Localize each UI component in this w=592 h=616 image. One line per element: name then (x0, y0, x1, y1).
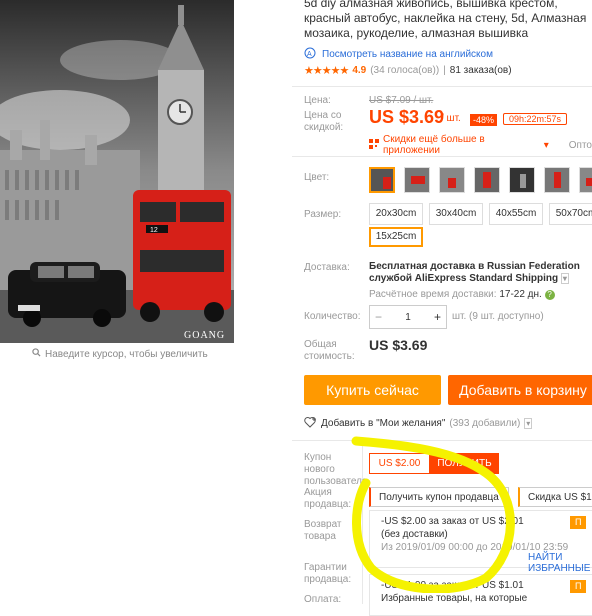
product-photo-big-ben-bus: 12 (0, 0, 234, 343)
orders-count: 81 заказа(ов) (449, 65, 512, 76)
rating-score: 4.9 (352, 65, 367, 76)
translate-link-text[interactable]: Посмотреть название на английском (322, 49, 493, 60)
seller-coupon-dropdown[interactable]: Получить купон продавца ▾ (369, 487, 509, 507)
color-label: Цвет: (304, 172, 330, 183)
size-option-50x70[interactable]: 50x70cm (549, 203, 592, 225)
help-icon[interactable]: ? (544, 290, 555, 300)
coupon-details-panel-2: -US $1.00 за заказ от US $1.01 Избранные… (369, 574, 592, 616)
discount-badge: -48% (470, 114, 498, 126)
color-option-5[interactable] (509, 167, 535, 193)
app-promo-text[interactable]: Скидки ещё больше в приложении (383, 134, 540, 156)
seller-promo-label: Акция продавца: (304, 487, 352, 510)
coupon-note-2: Избранные товары, на которые (381, 593, 528, 604)
wholesale-link[interactable]: Опто (569, 140, 592, 151)
size-option-20x30[interactable]: 20x30cm (369, 203, 423, 225)
price-label: Цена: (304, 95, 331, 106)
total-label: Общая стоимость: (304, 339, 355, 362)
coupon-amount: US $2.00 (369, 453, 430, 474)
size-label: Размер: (304, 209, 342, 220)
quantity-stepper[interactable]: − 1 + (369, 305, 447, 329)
discount-price: US $3.69 (369, 107, 445, 127)
heart-plus-icon (304, 416, 317, 431)
price-unit: / шт. (441, 113, 461, 124)
zoom-hint: Наведите курсор, чтобы увеличить (32, 348, 208, 360)
star-rating-icon: ★★★★★ (304, 65, 349, 77)
color-option-1[interactable] (369, 167, 395, 193)
magnifier-icon (32, 348, 41, 360)
product-title: 5d diy алмазная живопись, вышивка кресто… (304, 0, 587, 40)
translate-icon: A (304, 47, 318, 62)
coupon-get-small-button[interactable]: П (570, 516, 587, 529)
add-to-cart-button[interactable]: Добавить в корзину (448, 375, 592, 405)
buy-now-button[interactable]: Купить сейчас (304, 375, 441, 405)
svg-text:A: A (307, 51, 312, 58)
coupon-condition-2: -US $1.00 за заказ от US $1.01 (381, 580, 524, 591)
color-option-7[interactable] (579, 167, 592, 193)
guarantee-label: Гарантии продавца: (304, 562, 352, 585)
divider (292, 440, 592, 441)
return-label: Возврат товара (304, 519, 342, 542)
payment-label: Оплата: (304, 594, 342, 605)
size-option-30x40[interactable]: 30x40cm (429, 203, 483, 225)
color-option-4[interactable] (474, 167, 500, 193)
seller-discount-tab[interactable]: Скидка US $1.00 (518, 487, 592, 507)
seller-coupon-text[interactable]: Получить купон продавца (379, 492, 499, 503)
quantity-label: Количество: (304, 311, 361, 322)
qr-code-icon (369, 138, 379, 152)
chevron-down-icon: ▾ (560, 273, 569, 284)
shipping-method[interactable]: Бесплатная доставка в Russian Federation… (369, 261, 592, 285)
discount-price-label: Цена со скидкой: (304, 110, 344, 133)
chevron-down-icon[interactable]: ▾ (524, 418, 533, 429)
delivery-time-label: Расчётное время доставки: (369, 289, 497, 300)
quantity-available: шт. (9 шт. доступно) (452, 311, 544, 322)
shipping-method-text[interactable]: Бесплатная доставка в Russian Federation… (369, 261, 580, 284)
countdown-timer: 09h:22m:57s (503, 113, 568, 125)
svg-text:12: 12 (150, 227, 158, 234)
photo-watermark: GOANG (184, 330, 226, 341)
quantity-plus-button[interactable]: + (429, 310, 446, 324)
color-option-6[interactable] (544, 167, 570, 193)
divider (292, 156, 592, 157)
rating-row: ★★★★★ 4.9 (34 голоса(ов)) | 81 заказа(ов… (304, 64, 512, 77)
rating-votes[interactable]: (34 голоса(ов)) (370, 65, 439, 76)
color-option-2[interactable] (404, 167, 430, 193)
chevron-down-icon: ▾ (501, 493, 506, 502)
find-selected-link[interactable]: НАЙТИ ИЗБРАННЫЕ (528, 552, 592, 574)
get-coupon-button[interactable]: ПОЛУЧИТЬ (430, 453, 499, 474)
quantity-input[interactable]: 1 (400, 312, 416, 323)
translate-link[interactable]: A Посмотреть название на английском (304, 47, 493, 62)
total-price: US $3.69 (369, 337, 428, 353)
new-user-coupon-label: Купон нового пользователя (304, 452, 368, 487)
size-option-15x25[interactable]: 15x25cm (369, 227, 423, 247)
product-image[interactable]: 12 GOANG (0, 0, 234, 343)
rating-divider: | (443, 65, 446, 76)
vertical-divider (362, 440, 363, 604)
wishlist-count: (393 добавили) (449, 418, 521, 429)
coupon-condition: -US $2.00 за заказ от US $2.01 (381, 516, 524, 527)
size-option-40x55[interactable]: 40x55cm (489, 203, 543, 225)
chevron-down-icon: ▾ (543, 139, 549, 151)
delivery-time: Расчётное время доставки: 17-22 дн. ? (369, 289, 555, 300)
coupon-get-small-button-2[interactable]: П (570, 580, 587, 593)
delivery-time-value: 17-22 дн. (499, 289, 542, 300)
app-promo[interactable]: Скидки ещё больше в приложении ▾ Опто (369, 134, 592, 156)
wishlist[interactable]: Добавить в "Мои желания" (393 добавили) … (304, 416, 533, 431)
color-option-3[interactable] (439, 167, 465, 193)
zoom-hint-text: Наведите курсор, чтобы увеличить (45, 348, 208, 360)
old-price: US $7.09 / шт. (369, 95, 434, 106)
delivery-label: Доставка: (304, 262, 350, 273)
coupon-note: (без доставки) (381, 529, 448, 540)
divider (292, 86, 592, 87)
quantity-minus-button[interactable]: − (370, 310, 387, 324)
wishlist-label[interactable]: Добавить в "Мои желания" (321, 418, 445, 429)
